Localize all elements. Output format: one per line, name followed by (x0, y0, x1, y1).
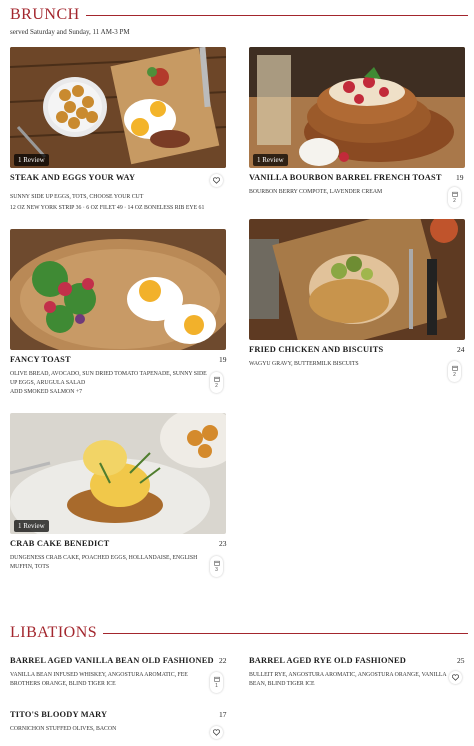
favorite-count: 1 (215, 683, 218, 689)
favorite-count-button[interactable]: 1 (210, 672, 223, 693)
review-count-badge[interactable]: 1 Review (14, 520, 49, 532)
dish-price: 19 (219, 355, 227, 364)
dish-photo[interactable] (249, 219, 465, 340)
menu-item-card[interactable]: FANCY TOAST 19 OLIVE BREAD, AVOCADO, SUN… (10, 229, 227, 395)
dish-addon: ADD SMOKED SALMON +7 (10, 389, 83, 395)
favorite-count: 2 (453, 198, 456, 204)
menu-item-card[interactable]: 1 Review VANILLA BOURBON BARREL FRENCH T… (249, 47, 465, 208)
drink-price: 17 (219, 710, 227, 719)
libations-section-header: LIBATIONS (10, 624, 468, 642)
dish-name: VANILLA BOURBON BARREL FRENCH TOAST (249, 173, 442, 182)
review-count-badge[interactable]: 1 Review (14, 154, 49, 166)
favorite-count: 2 (215, 383, 218, 389)
drink-price: 22 (219, 656, 227, 665)
heart-icon (452, 674, 459, 681)
calendar-icon (451, 365, 458, 371)
menu-item-card[interactable]: FRIED CHICKEN AND BISCUITS 24 WAGYU GRAV… (249, 219, 465, 382)
libations-title: LIBATIONS (10, 624, 98, 641)
brunch-section-header: BRUNCH (10, 6, 468, 24)
drink-name[interactable]: TITO'S BLOODY MARY (10, 710, 107, 719)
dish-description: DUNGENESS CRAB CAKE, POACHED EGGS, HOLLA… (10, 555, 198, 570)
drink-price: 25 (457, 656, 465, 665)
favorite-count-button[interactable]: 2 (448, 361, 461, 382)
calendar-icon (213, 376, 220, 382)
dish-description: WAGYU GRAVY, BUTTERMILK BISCUITS (249, 361, 359, 367)
drink-name[interactable]: BARREL AGED VANILLA BEAN OLD FASHIONED (10, 656, 214, 665)
favorite-button[interactable] (449, 671, 462, 684)
favorite-count: 3 (215, 567, 218, 573)
dish-price: 24 (457, 345, 465, 354)
dish-name: CRAB CAKE BENEDICT (10, 539, 110, 548)
menu-item-card[interactable]: 1 Review STEAK AND EGGS YOUR WAY SUNNY S… (10, 47, 226, 211)
divider (103, 632, 468, 634)
dish-price: 23 (219, 539, 227, 548)
dish-photo[interactable]: 1 Review (10, 413, 226, 534)
dish-description: SUNNY SIDE UP EGGS, TOTS, CHOOSE YOUR CU… (10, 194, 144, 200)
drink-name[interactable]: BARREL AGED RYE OLD FASHIONED (249, 656, 406, 665)
dish-photo[interactable] (10, 229, 226, 350)
drink-description: CORNICHON STUFFED OLIVES, BACON (10, 726, 117, 732)
dish-description: BOURBON BERRY COMPOTE, LAVENDER CREAM (249, 189, 383, 195)
dish-photo[interactable]: 1 Review (10, 47, 226, 168)
favorite-count-button[interactable]: 2 (448, 187, 461, 208)
menu-item-card[interactable]: 1 Review CRAB CAKE BENEDICT 23 DUNGENESS… (10, 413, 227, 577)
calendar-icon (451, 191, 458, 197)
dish-name: FANCY TOAST (10, 355, 71, 364)
dish-description: OLIVE BREAD, AVOCADO, SUN DRIED TOMATO T… (10, 371, 207, 386)
divider (85, 14, 468, 16)
favorite-count-button[interactable]: 2 (210, 372, 223, 393)
drink-description: BULLEIT RYE, ANGOSTURA AROMATIC, ANGOSTU… (249, 672, 447, 687)
heart-icon (213, 177, 220, 184)
drink-description: VANILLA BEAN INFUSED WHISKEY, ANGOSTURA … (10, 672, 188, 687)
favorite-button[interactable] (210, 726, 223, 739)
dish-name: STEAK AND EGGS YOUR WAY (10, 173, 136, 182)
dish-price: 19 (456, 173, 464, 182)
calendar-icon (213, 560, 220, 566)
dish-photo[interactable]: 1 Review (249, 47, 465, 168)
review-count-badge[interactable]: 1 Review (253, 154, 288, 166)
favorite-button[interactable] (210, 174, 223, 187)
heart-icon (213, 729, 220, 736)
brunch-hours: served Saturday and Sunday, 11 AM-3 PM (10, 28, 130, 36)
favorite-count-button[interactable]: 3 (210, 556, 223, 577)
favorite-count: 2 (453, 372, 456, 378)
brunch-title: BRUNCH (10, 6, 80, 23)
dish-options: 12 OZ NEW YORK STRIP 36 · 6 OZ FILET 49 … (10, 205, 205, 211)
dish-name: FRIED CHICKEN AND BISCUITS (249, 345, 384, 354)
calendar-icon (213, 676, 220, 682)
